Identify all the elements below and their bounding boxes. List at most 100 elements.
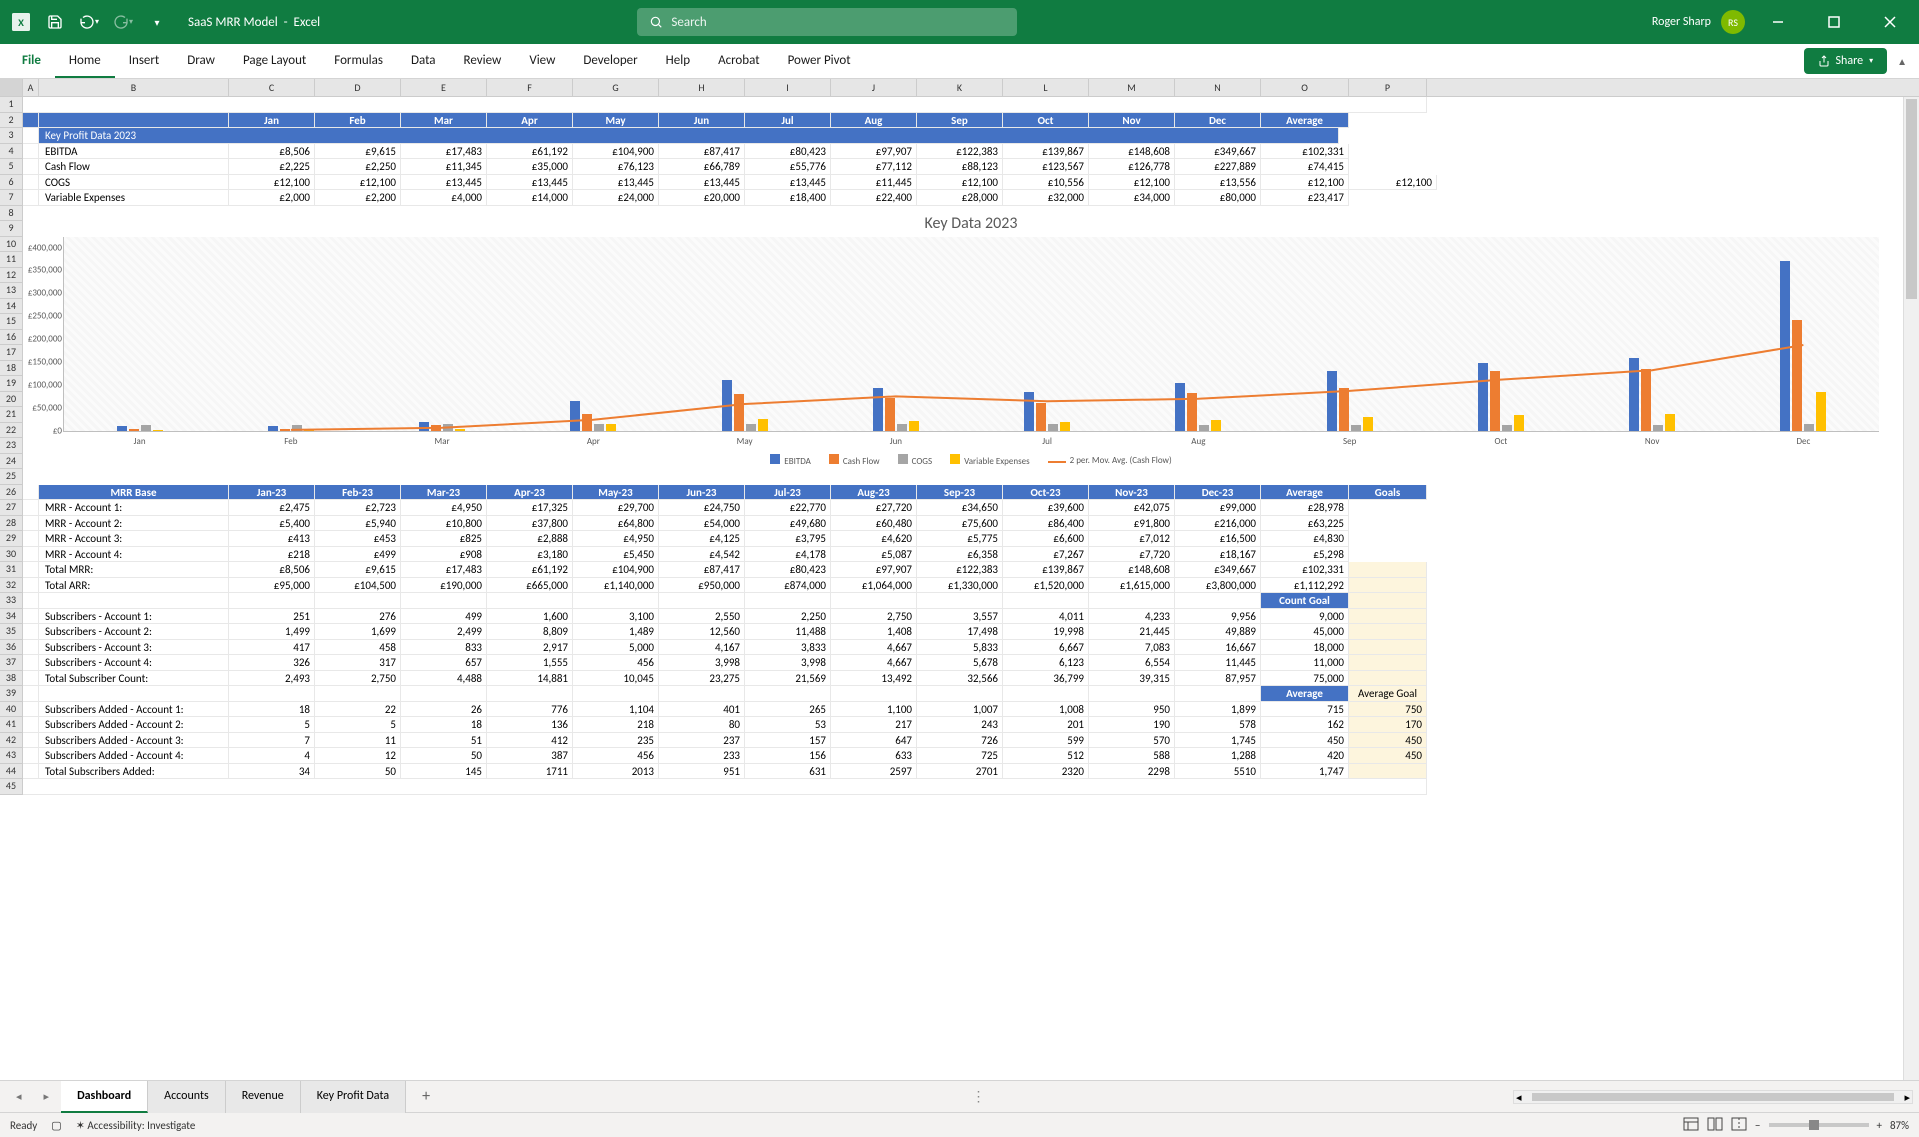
cell[interactable]: £950,000: [659, 578, 745, 594]
cell[interactable]: [23, 624, 39, 640]
collapse-ribbon-icon[interactable]: ▲: [1897, 55, 1907, 68]
cell[interactable]: £34,000: [1089, 190, 1175, 206]
horizontal-scrollbar[interactable]: ◂▸: [1513, 1090, 1913, 1104]
col-header-g[interactable]: G: [573, 79, 659, 96]
cell[interactable]: May-23: [573, 485, 659, 501]
cell[interactable]: £6,600: [1003, 531, 1089, 547]
cell[interactable]: Nov: [1089, 113, 1175, 129]
cell[interactable]: Jan: [229, 113, 315, 129]
cell[interactable]: £28,978: [1261, 500, 1349, 516]
cell[interactable]: 7: [229, 733, 315, 749]
cell[interactable]: £4,950: [401, 500, 487, 516]
cell[interactable]: £5,298: [1261, 547, 1349, 563]
cell[interactable]: 499: [401, 609, 487, 625]
cell[interactable]: 217: [831, 717, 917, 733]
cell[interactable]: 5,833: [917, 640, 1003, 656]
cell[interactable]: [23, 547, 39, 563]
ribbon-tab-draw[interactable]: Draw: [173, 45, 229, 78]
sheet-nav-prev[interactable]: ◂: [6, 1086, 32, 1107]
cell[interactable]: [23, 175, 39, 191]
cell[interactable]: £148,608: [1089, 562, 1175, 578]
cell[interactable]: [229, 686, 315, 702]
cell[interactable]: £13,556: [1175, 175, 1261, 191]
zoom-level[interactable]: 87%: [1890, 1119, 1909, 1132]
cell[interactable]: £218: [229, 547, 315, 563]
cell[interactable]: [23, 578, 39, 594]
cell[interactable]: £88,123: [917, 159, 1003, 175]
cell[interactable]: £74,415: [1261, 159, 1349, 175]
cell[interactable]: [23, 128, 39, 144]
cell[interactable]: 3,833: [745, 640, 831, 656]
cell[interactable]: 725: [917, 748, 1003, 764]
cell[interactable]: £122,383: [917, 562, 1003, 578]
cell[interactable]: £5,400: [229, 516, 315, 532]
cell[interactable]: [229, 593, 315, 609]
cell[interactable]: Average: [1261, 485, 1349, 501]
cell[interactable]: 23,275: [659, 671, 745, 687]
cell[interactable]: £1,140,000: [573, 578, 659, 594]
cell[interactable]: EBITDA: [39, 144, 229, 160]
row-header[interactable]: 39: [0, 686, 23, 702]
cell[interactable]: 599: [1003, 733, 1089, 749]
ribbon-tab-power-pivot[interactable]: Power Pivot: [774, 45, 865, 78]
cell[interactable]: £2,000: [229, 190, 315, 206]
cell[interactable]: Subscribers Added - Account 4:: [39, 748, 229, 764]
cell[interactable]: 2,499: [401, 624, 487, 640]
cell[interactable]: 5: [229, 717, 315, 733]
cell[interactable]: £7,267: [1003, 547, 1089, 563]
cell[interactable]: £13,445: [573, 175, 659, 191]
cell[interactable]: £3,795: [745, 531, 831, 547]
cell[interactable]: 2597: [831, 764, 917, 780]
col-header-n[interactable]: N: [1175, 79, 1261, 96]
cell[interactable]: Total Subscribers Added:: [39, 764, 229, 780]
cell[interactable]: 2,250: [745, 609, 831, 625]
cell[interactable]: Apr-23: [487, 485, 573, 501]
cell[interactable]: £76,123: [573, 159, 659, 175]
cell[interactable]: Oct-23: [1003, 485, 1089, 501]
cell[interactable]: Subscribers - Account 2:: [39, 624, 229, 640]
cell[interactable]: £9,615: [315, 144, 401, 160]
cell[interactable]: 9,000: [1261, 609, 1349, 625]
cell[interactable]: 2701: [917, 764, 1003, 780]
cell[interactable]: Sep-23: [917, 485, 1003, 501]
cell[interactable]: [39, 113, 229, 129]
cell[interactable]: Subscribers Added - Account 1:: [39, 702, 229, 718]
chart-area[interactable]: Key Data 2023 £400,000£350,000£300,000£2…: [23, 206, 1919, 485]
row-header[interactable]: 5: [0, 159, 23, 175]
cell[interactable]: Dec: [1175, 113, 1261, 129]
col-header-h[interactable]: H: [659, 79, 745, 96]
row-header[interactable]: 37: [0, 655, 23, 671]
row-header[interactable]: 34: [0, 609, 23, 625]
cell[interactable]: MRR - Account 1:: [39, 500, 229, 516]
cell[interactable]: 326: [229, 655, 315, 671]
cell[interactable]: 233: [659, 748, 745, 764]
cell[interactable]: £27,720: [831, 500, 917, 516]
cell[interactable]: [23, 516, 39, 532]
cell[interactable]: 2,493: [229, 671, 315, 687]
cell[interactable]: £1,520,000: [1003, 578, 1089, 594]
cell[interactable]: £14,000: [487, 190, 573, 206]
cell[interactable]: £54,000: [659, 516, 745, 532]
cell[interactable]: £99,000: [1175, 500, 1261, 516]
cell[interactable]: £13,445: [745, 175, 831, 191]
cell[interactable]: [23, 717, 39, 733]
cell[interactable]: Mar: [401, 113, 487, 129]
cell[interactable]: £1,615,000: [1089, 578, 1175, 594]
cell[interactable]: 26: [401, 702, 487, 718]
select-all-cell[interactable]: [0, 79, 23, 96]
cell[interactable]: 22: [315, 702, 401, 718]
cell[interactable]: [1089, 686, 1175, 702]
add-sheet-button[interactable]: +: [408, 1079, 444, 1114]
cell[interactable]: £23,417: [1261, 190, 1349, 206]
cell[interactable]: 726: [917, 733, 1003, 749]
maximize-button[interactable]: [1811, 0, 1857, 44]
cell[interactable]: 412: [487, 733, 573, 749]
cell[interactable]: £453: [315, 531, 401, 547]
cell[interactable]: Cash Flow: [39, 159, 229, 175]
cell[interactable]: [831, 593, 917, 609]
cell[interactable]: [23, 702, 39, 718]
cell[interactable]: Subscribers - Account 3:: [39, 640, 229, 656]
ribbon-tab-file[interactable]: File: [8, 45, 55, 78]
cell[interactable]: £80,423: [745, 562, 831, 578]
cell[interactable]: 1,100: [831, 702, 917, 718]
